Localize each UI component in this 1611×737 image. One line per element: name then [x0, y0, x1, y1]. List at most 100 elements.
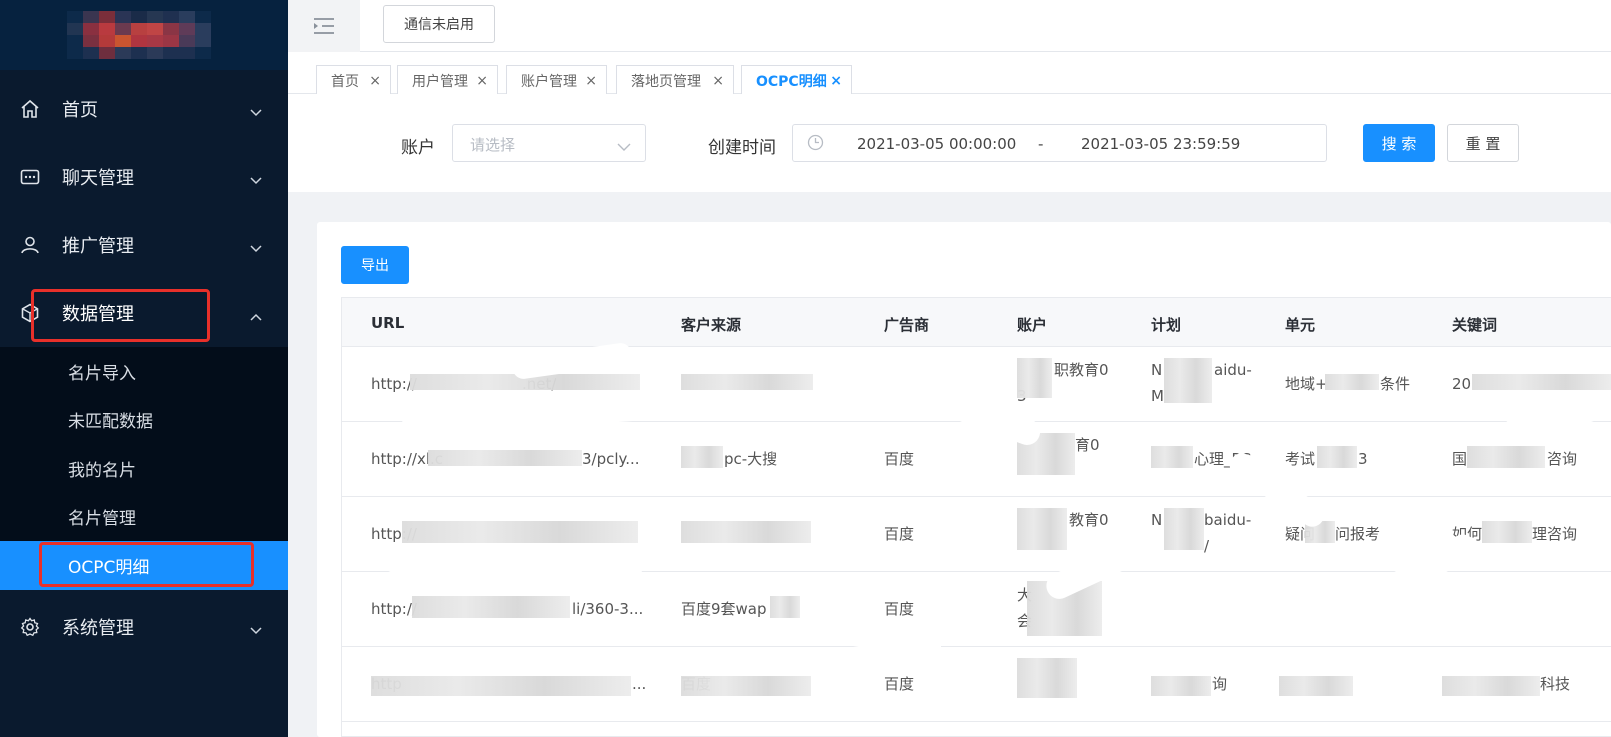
cell-source: pc-大搜	[724, 450, 778, 468]
column-header: 广告商	[884, 316, 930, 334]
chat-icon	[20, 167, 40, 187]
range-separator: -	[1038, 135, 1044, 153]
cell-url-tail: 3/pcly...	[582, 450, 640, 468]
gear-icon	[20, 616, 40, 637]
logo	[0, 0, 288, 70]
end-date[interactable]: 2021-03-05 23:59:59	[1081, 135, 1240, 153]
create-time-label: 创建时间	[708, 138, 776, 158]
submenu-item-card-manage[interactable]: 名片管理	[0, 493, 288, 542]
menu-item-home[interactable]: 首页	[0, 75, 288, 143]
tab-home[interactable]: 首页 ×	[316, 65, 391, 95]
sidebar: 首页 聊天管理 推广管理 数据管理 名片导入 未匹配数据 我的名片 名片管理 O…	[0, 0, 288, 737]
cell-url[interactable]: http://	[371, 596, 417, 622]
cell-account: 育0	[1075, 436, 1100, 454]
search-button[interactable]: 搜 索	[1363, 124, 1435, 162]
cell-unit-2: 问报考	[1335, 525, 1381, 543]
redaction-blur	[1164, 358, 1212, 403]
cell-unit-2: 3	[1358, 450, 1368, 468]
menu-label: 聊天管理	[62, 168, 134, 189]
cell-source: 百度9套wap	[681, 600, 767, 618]
cell-account: 职教育0	[1054, 361, 1109, 379]
connection-status-button[interactable]: 通信未启用	[383, 5, 495, 43]
submenu-item-card-import[interactable]: 名片导入	[0, 347, 288, 396]
redaction-blur	[1317, 446, 1357, 468]
data-submenu: 名片导入 未匹配数据 我的名片 名片管理 OCPC明细	[0, 347, 288, 590]
start-date[interactable]: 2021-03-05 00:00:00	[857, 135, 1016, 153]
chevron-down-icon	[250, 170, 262, 189]
close-icon[interactable]: ×	[369, 73, 381, 89]
close-icon[interactable]: ×	[585, 73, 597, 89]
redaction-blur	[412, 596, 570, 618]
date-range-picker[interactable]: 2021-03-05 00:00:00 - 2021-03-05 23:59:5…	[792, 124, 1327, 162]
cell-keyword-tail: 理咨询	[1532, 525, 1578, 543]
redaction-blur	[1164, 508, 1204, 550]
column-header: 客户来源	[681, 316, 742, 334]
redaction-blur	[770, 596, 800, 618]
cell-keyword: 国	[1452, 450, 1468, 468]
tab-label: 首页	[331, 73, 359, 90]
menu-item-chat[interactable]: 聊天管理	[0, 143, 288, 211]
cell-plan: N	[1151, 511, 1163, 529]
submenu-item-my-cards[interactable]: 我的名片	[0, 444, 288, 493]
chevron-down-icon	[250, 102, 262, 121]
submenu-item-unmatched[interactable]: 未匹配数据	[0, 396, 288, 445]
redaction-blur	[371, 676, 631, 696]
close-icon[interactable]: ×	[712, 73, 724, 89]
close-icon[interactable]: ×	[830, 73, 842, 89]
menu-label: 首页	[62, 100, 98, 121]
export-button[interactable]: 导出	[341, 246, 409, 284]
menu-item-system[interactable]: 系统管理	[0, 593, 288, 661]
redaction-blur	[1279, 676, 1353, 696]
redaction-blur	[1151, 676, 1211, 696]
tab-landing-page[interactable]: 落地页管理 ×	[616, 65, 734, 95]
ocpc-table: URL 客户来源 广告商 账户 计划 单元 关键词 http:// .net/ …	[341, 297, 1611, 737]
menu-item-data[interactable]: 数据管理	[0, 279, 288, 347]
redaction-blur	[681, 446, 723, 468]
redaction-blur	[1151, 446, 1193, 468]
cell-plan-2: aidu-	[1214, 361, 1252, 379]
cell-advertiser: 百度	[884, 600, 915, 618]
column-header: URL	[371, 314, 405, 332]
account-placeholder: 请选择	[470, 136, 516, 154]
column-header: 账户	[1017, 316, 1048, 334]
redaction-blur	[1325, 374, 1379, 390]
column-header: 关键词	[1452, 316, 1498, 334]
tab-bar: 首页 × 用户管理 × 账户管理 × 落地页管理 × OCPC明细 ×	[288, 52, 1611, 95]
cell-url-tail: li/360-3...	[572, 600, 644, 618]
menu-label: 系统管理	[62, 617, 134, 639]
cell-advertiser: 百度	[884, 525, 915, 543]
column-header: 单元	[1285, 316, 1316, 334]
tab-ocpc[interactable]: OCPC明细 ×	[741, 65, 852, 95]
submenu-item-ocpc[interactable]: OCPC明细	[0, 541, 288, 590]
blurred-logo-image	[67, 11, 211, 59]
cell-advertiser: 百度	[884, 675, 915, 693]
cell-url-tail: ...	[632, 675, 647, 693]
redaction-blur	[1472, 374, 1611, 390]
tab-user-management[interactable]: 用户管理 ×	[397, 65, 498, 95]
data-icon	[20, 303, 40, 323]
tab-label: 账户管理	[521, 73, 577, 90]
clock-icon	[807, 134, 824, 155]
redaction-blur	[681, 374, 813, 390]
cell-plan-3: M	[1151, 387, 1164, 405]
redaction-blur	[681, 521, 811, 543]
menu-item-promotion[interactable]: 推广管理	[0, 211, 288, 279]
redaction-blur	[1482, 521, 1532, 543]
menu-toggle-icon[interactable]	[288, 0, 360, 52]
cell-advertiser: 百度	[884, 450, 915, 468]
account-select[interactable]: 请选择	[452, 124, 646, 162]
redaction-blur	[681, 676, 811, 696]
cell-keyword-tail: 咨询	[1547, 450, 1578, 468]
reset-button[interactable]: 重 置	[1447, 124, 1519, 162]
table-header: URL 客户来源 广告商 账户 计划 单元 关键词	[342, 298, 1611, 347]
close-icon[interactable]: ×	[476, 73, 488, 89]
column-header: 计划	[1151, 316, 1182, 334]
redaction-blur	[1467, 446, 1545, 468]
top-bar: 通信未启用	[288, 0, 1611, 52]
menu-label: 数据管理	[62, 304, 134, 325]
tab-account-management[interactable]: 账户管理 ×	[506, 65, 607, 95]
tab-label: 落地页管理	[631, 73, 701, 90]
redaction-blur	[1017, 658, 1077, 698]
cell-plan-2: baidu-	[1204, 511, 1252, 529]
redaction-blur	[1442, 676, 1540, 696]
